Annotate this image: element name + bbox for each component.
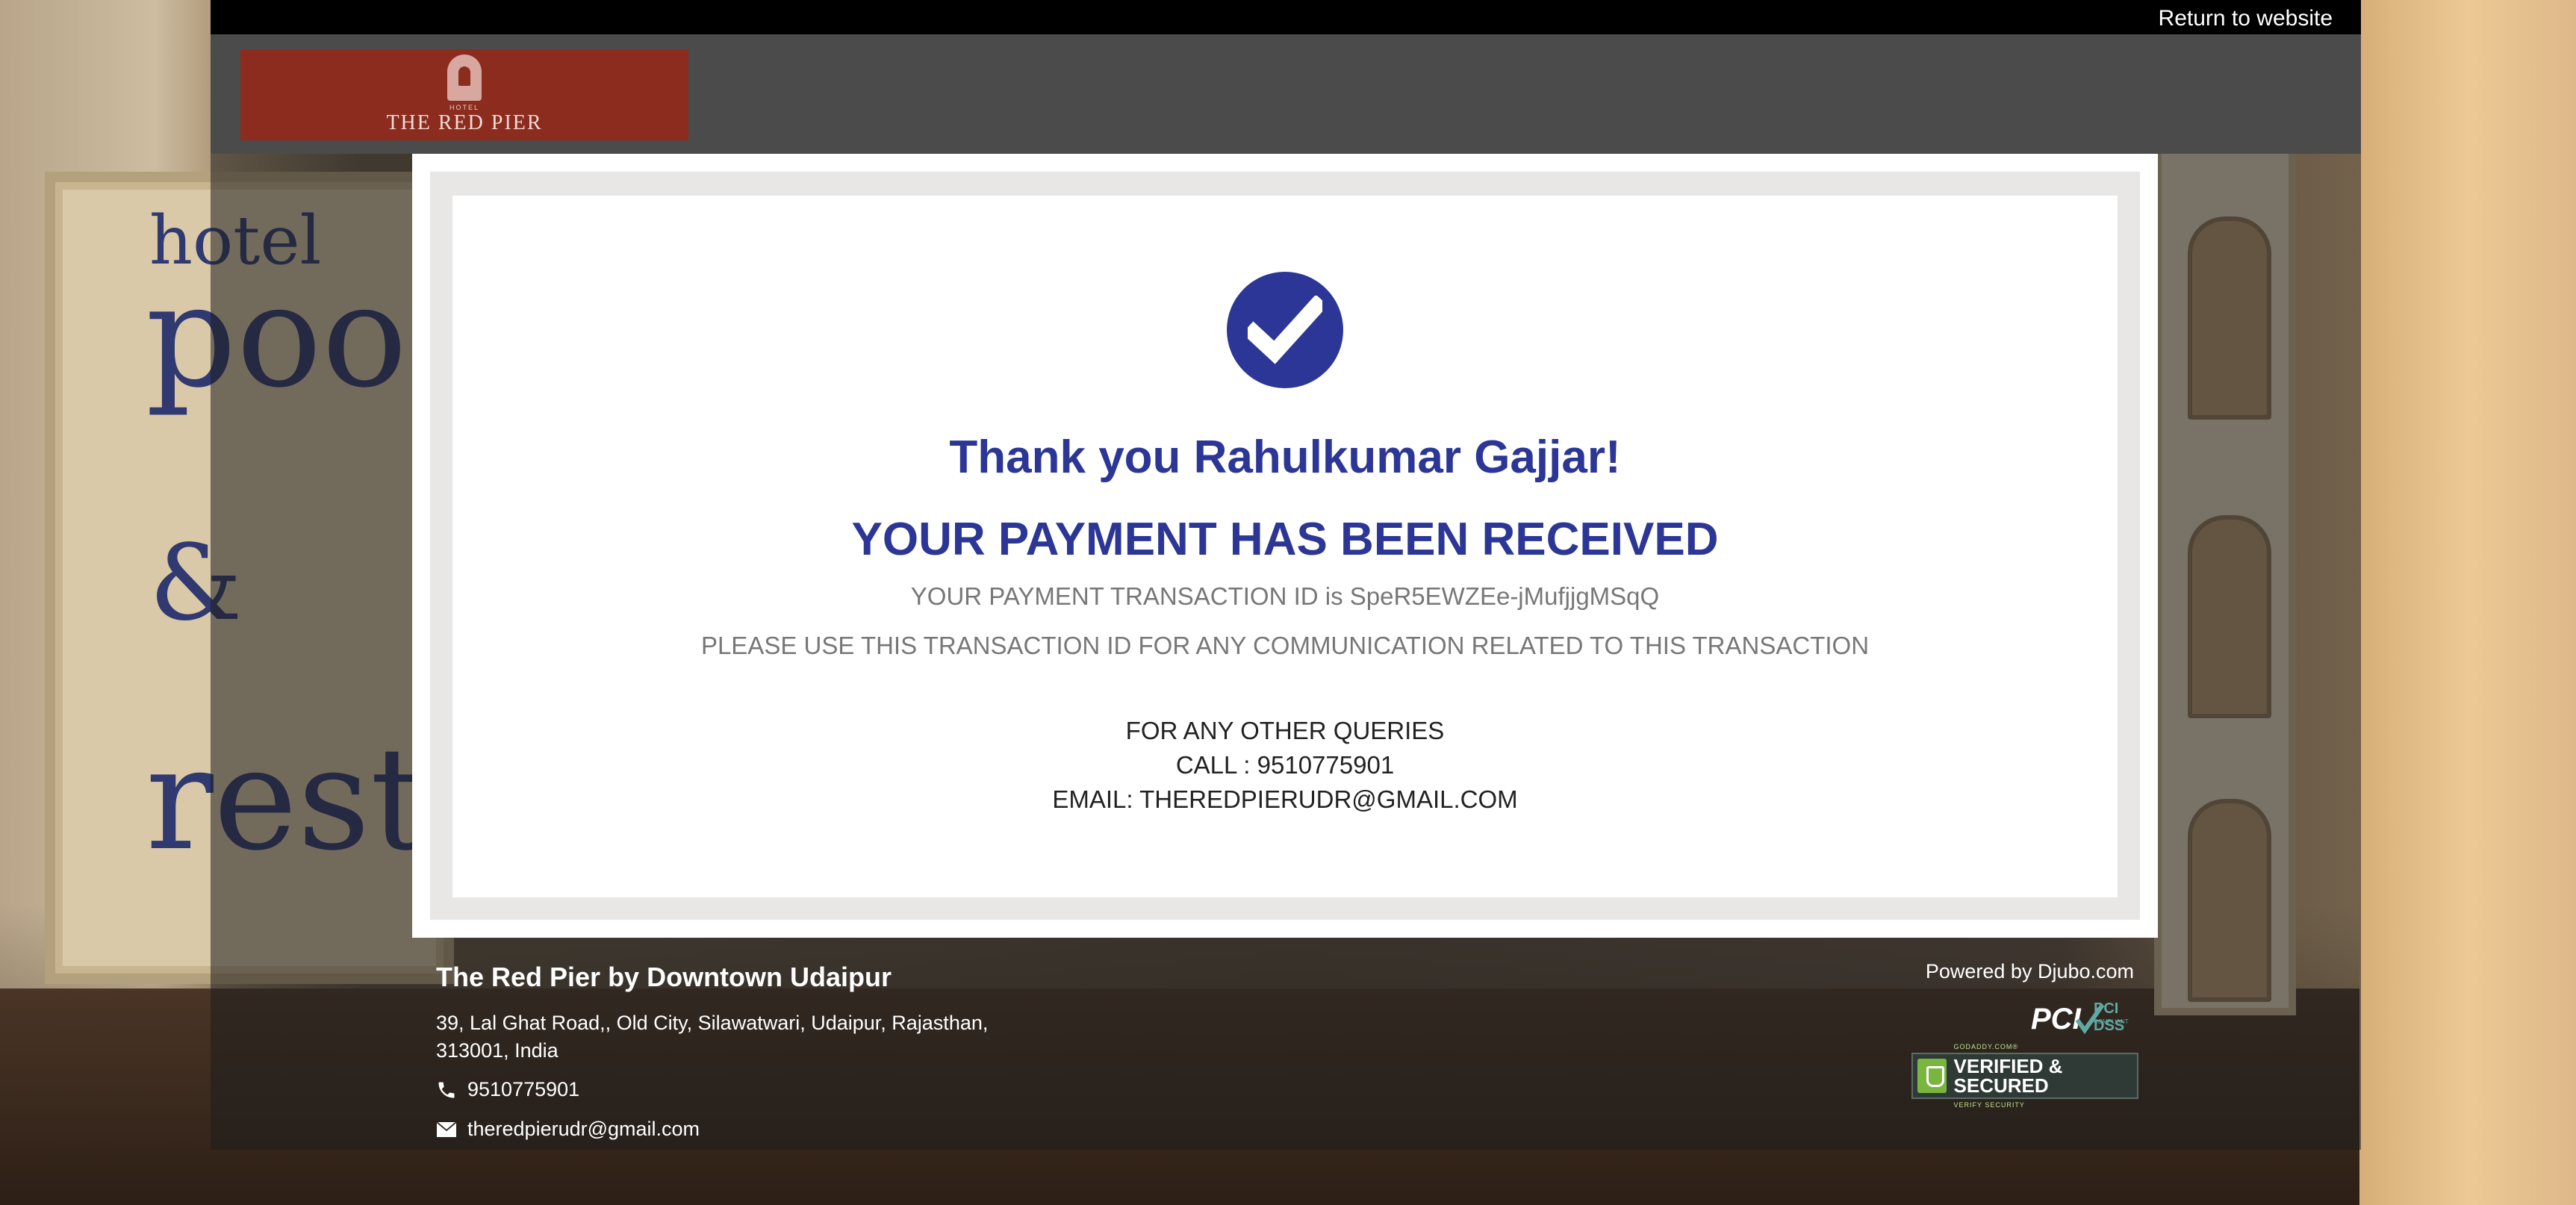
footer-address: 39, Lal Ghat Road,, Old City, Silawatwar… (436, 1012, 989, 1062)
logo-subtitle: HOTEL (449, 104, 479, 111)
powered-by-link[interactable]: Powered by Djubo.com (1926, 960, 2134, 983)
footer-email-address[interactable]: theredpierudr@gmail.com (467, 1118, 700, 1141)
godaddy-brand: GODADDY.COM® (1953, 1043, 2019, 1050)
pci-dss-label: PCI DSS (2094, 1000, 2125, 1034)
queries-block: FOR ANY OTHER QUERIES CALL : 9510775901 … (452, 714, 2118, 817)
payment-received-heading: YOUR PAYMENT HAS BEEN RECEIVED (851, 514, 1719, 565)
transaction-notice: PLEASE USE THIS TRANSACTION ID FOR ANY C… (700, 632, 1870, 659)
return-to-website-link[interactable]: Return to website (2159, 6, 2333, 31)
footer-phone: 9510775901 (436, 1078, 579, 1101)
godaddy-verified-badge[interactable]: GODADDY.COM® VERIFIED & SECURED VERIFY S… (1911, 1043, 2138, 1109)
godaddy-label: VERIFIED & SECURED (1953, 1055, 2063, 1097)
svg-text:PCI: PCI (2031, 1003, 2082, 1036)
thank-you-heading: Thank you Rahulkumar Gajjar! (949, 432, 1621, 483)
pci-dss-badge: PCI PCI DSS COMPLIANT (2031, 997, 2135, 1039)
confirmation-card: Thank you Rahulkumar Gajjar! YOUR PAYMEN… (412, 154, 2158, 938)
top-bar: Return to website (211, 0, 2361, 34)
confirmation-content: Thank you Rahulkumar Gajjar! YOUR PAYMEN… (452, 196, 2118, 897)
confirmation-card-border: Thank you Rahulkumar Gajjar! YOUR PAYMEN… (430, 172, 2140, 920)
logo-arch-icon (447, 55, 482, 101)
envelope-icon (436, 1121, 457, 1137)
transaction-id-text: YOUR PAYMENT TRANSACTION ID is SpeR5EWZE… (910, 582, 1660, 610)
footer-phone-number[interactable]: 9510775901 (467, 1078, 579, 1101)
godaddy-badge-text: GODADDY.COM® VERIFIED & SECURED VERIFY S… (1954, 1037, 2137, 1115)
phone-icon (438, 1082, 455, 1097)
background-wall (2359, 0, 2576, 1205)
godaddy-verify: VERIFY SECURITY (1953, 1101, 2025, 1109)
pci-dss-sub: COMPLIANT (2094, 1018, 2129, 1025)
godaddy-shield-icon (1917, 1059, 1947, 1093)
queries-call: CALL : 9510775901 (1175, 751, 1395, 779)
logo-text: THE RED PIER (386, 111, 543, 134)
footer-email: theredpierudr@gmail.com (436, 1118, 700, 1141)
footer-hotel-name: The Red Pier by Downtown Udaipur (436, 962, 892, 992)
hotel-logo[interactable]: HOTEL THE RED PIER (240, 49, 688, 140)
header: HOTEL THE RED PIER (211, 34, 2361, 154)
queries-title: FOR ANY OTHER QUERIES (1125, 717, 1445, 744)
queries-email: EMAIL: THEREDPIERUDR@GMAIL.COM (1052, 785, 1518, 813)
check-circle-icon (1227, 272, 1343, 388)
